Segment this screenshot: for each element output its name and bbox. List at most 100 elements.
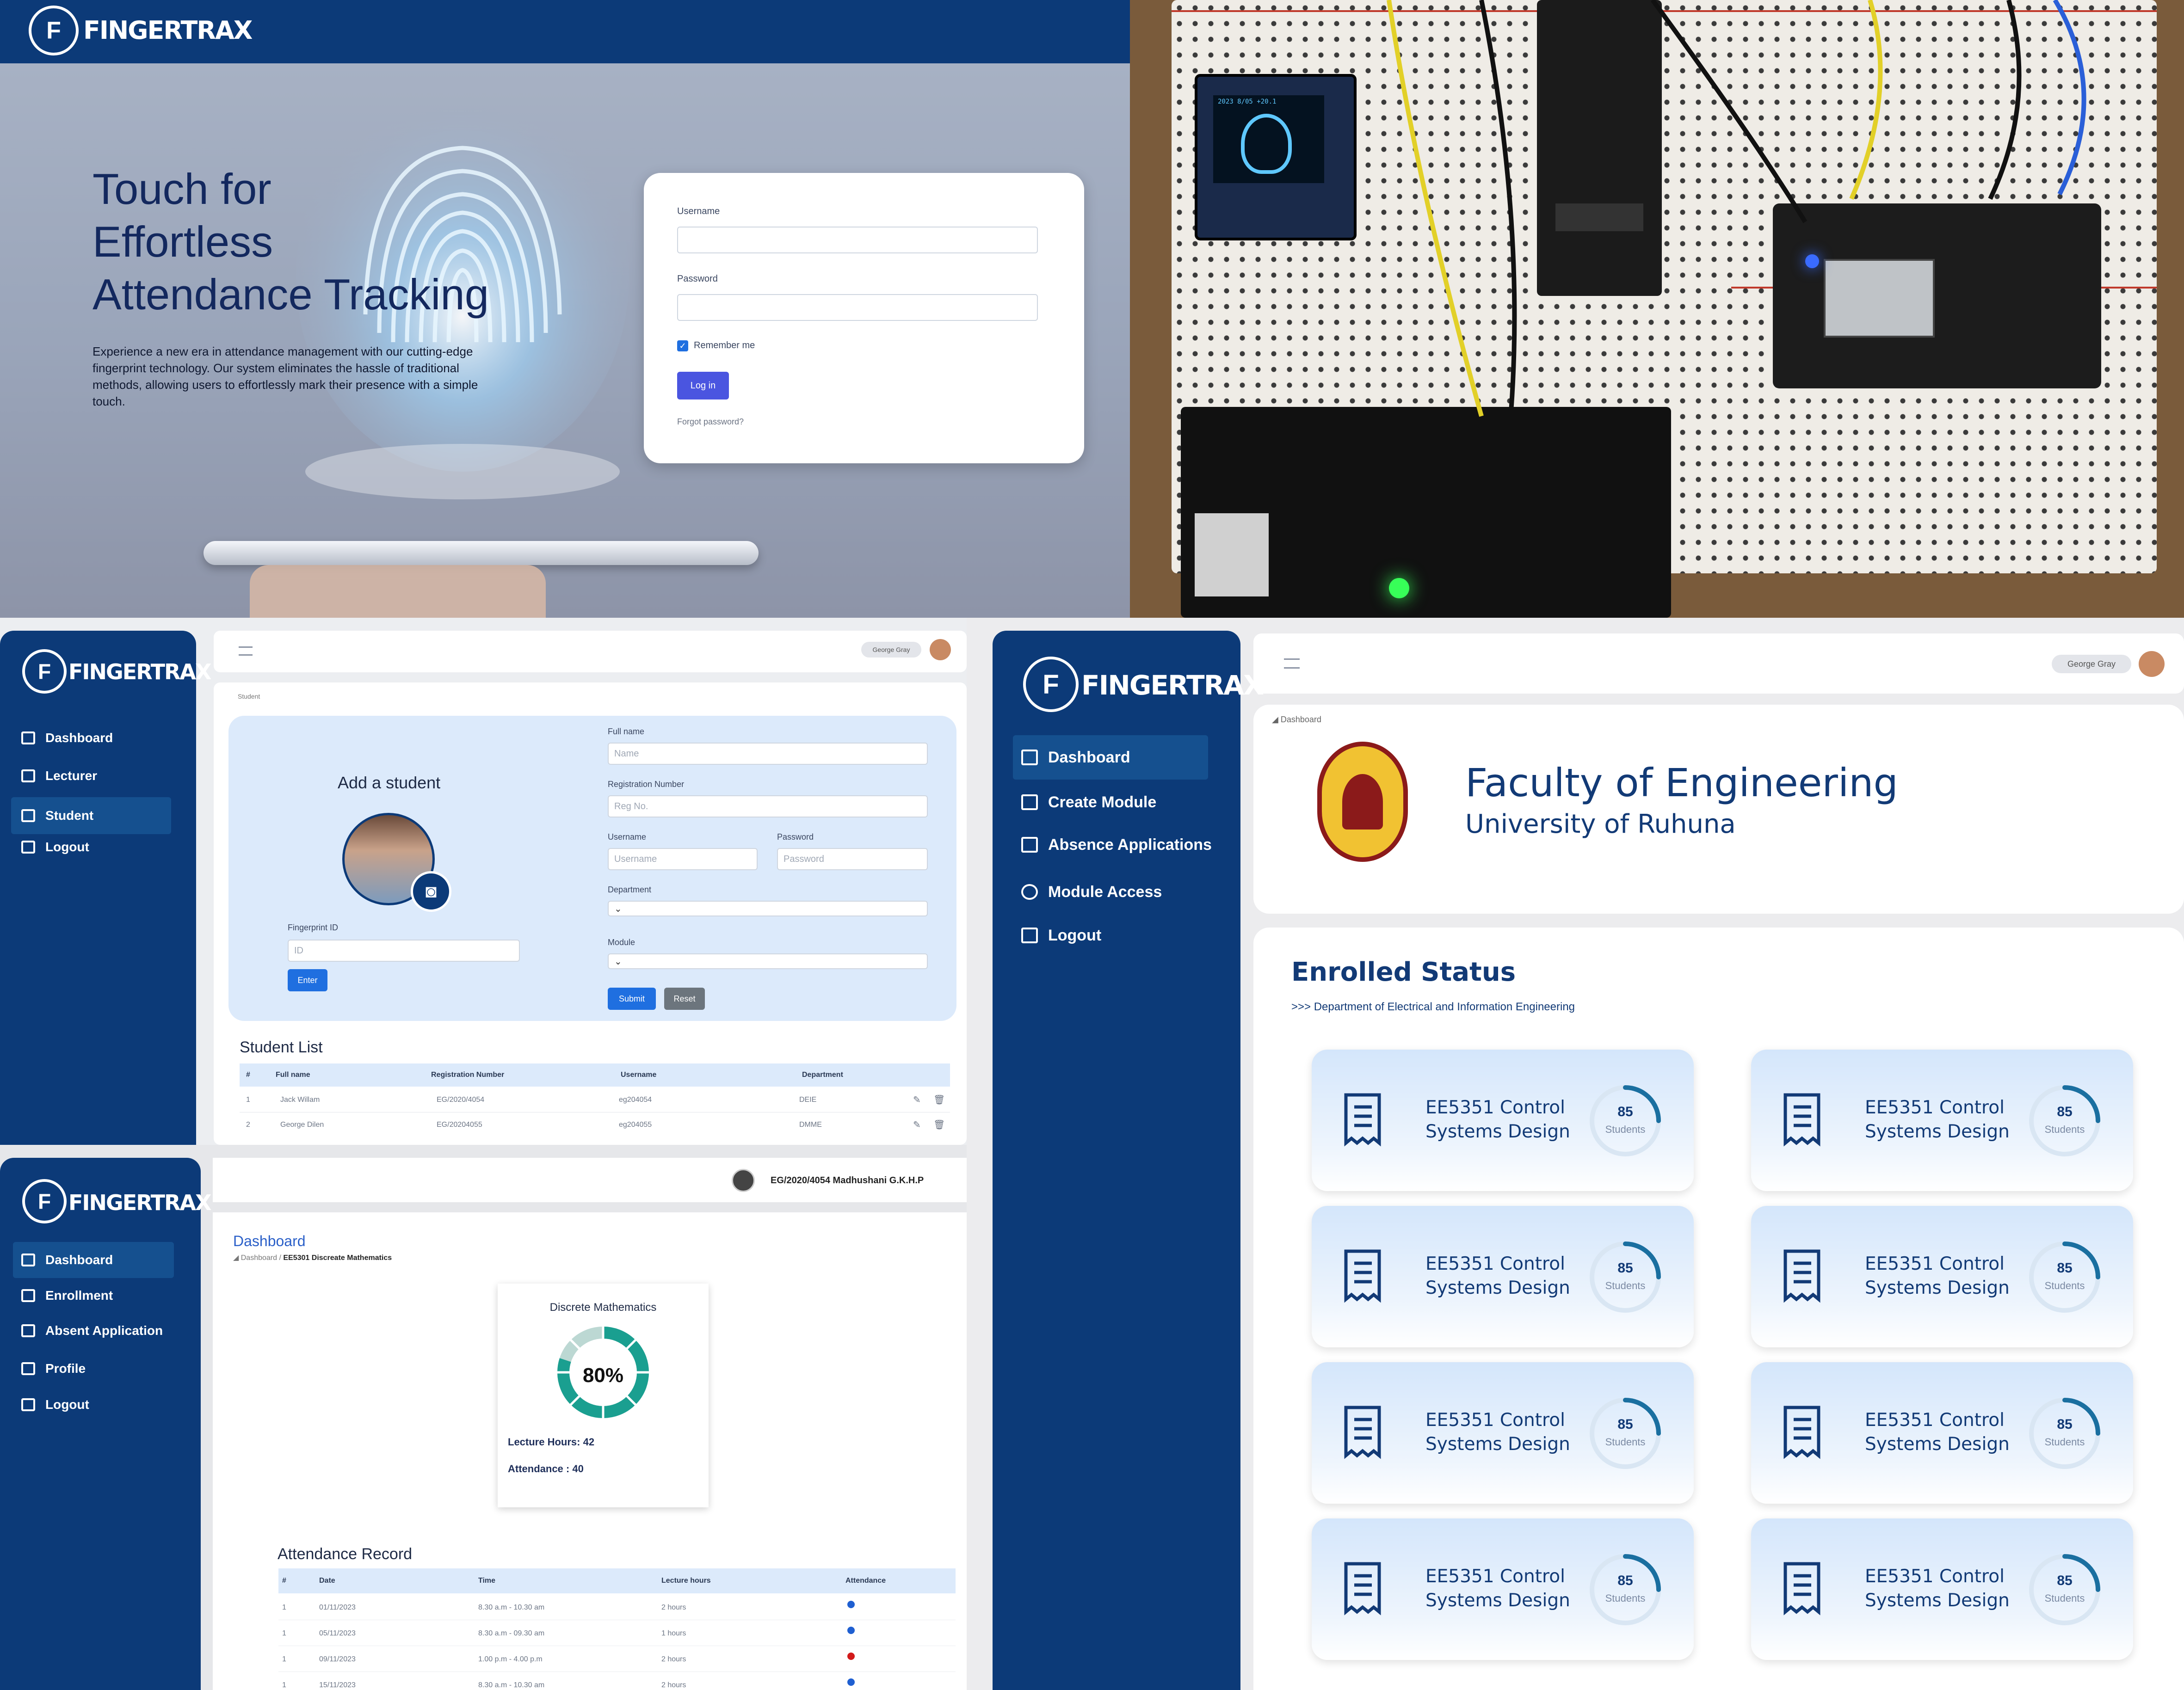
password-input[interactable]: Password [777,848,928,870]
student-count: 85 [1617,1104,1633,1119]
logout-icon [1021,928,1038,943]
nav-enrollment[interactable]: Enrollment [13,1281,174,1310]
hardware-photo: 2023 8/05 +20.1 [1130,0,2184,618]
breadcrumb[interactable]: Student [238,693,260,700]
module-card[interactable]: EE5351 Control Systems Design 85 Students [1751,1518,2133,1660]
table-row[interactable]: 1 Jack Willam EG/2020/4054 eg204054 DEIE… [240,1088,950,1112]
fingerprint-input[interactable]: ID [288,940,520,962]
nav-absent-application[interactable]: Absent Application [13,1316,184,1346]
breadcrumb[interactable]: ◢ Dashboard [1272,715,1321,725]
student-id-label: EG/2020/4054 Madhushani G.K.H.P [771,1175,924,1186]
edit-icon[interactable]: ✎ [913,1094,921,1106]
student-count: 85 [1617,1417,1633,1432]
reg-number-label: Registration Number [608,780,685,789]
avatar[interactable] [732,1169,755,1192]
document-icon [1783,1406,1820,1459]
table-cell: 8.30 a.m - 09.30 am [478,1629,545,1637]
nav-student[interactable]: Student [11,797,171,834]
book-icon [1021,794,1038,810]
table-cell: 1 [282,1629,286,1637]
student-count-ring [2029,1241,2100,1313]
admin-sidebar: F FINGERTRAX Dashboard Lecturer Student … [0,631,211,1145]
avatar[interactable] [930,639,951,660]
student-count-ring [1590,1085,1661,1156]
fingertrax-logo-icon[interactable]: F [22,1179,67,1223]
reg-number-input[interactable]: Reg No. [608,795,928,817]
document-icon [1783,1093,1820,1147]
book-icon [21,769,35,782]
user-chip[interactable]: George Gray [2052,655,2131,673]
password-input[interactable] [677,294,1038,321]
submit-button[interactable]: Submit [608,988,656,1010]
topbar: George Gray [214,631,967,672]
module-card[interactable]: EE5351 Control Systems Design 85 Students [1751,1362,2133,1504]
username-input[interactable] [677,227,1038,253]
university-crest-logo [1317,742,1408,862]
password-label: Password [777,832,814,842]
nav-dashboard[interactable]: Dashboard [1013,735,1208,780]
col-username: Username [621,1071,657,1079]
module-attendance-card[interactable]: Discrete Mathematics 80% Lecture Hours: … [498,1284,709,1507]
brand-name: FINGERTRAX [83,16,253,45]
nav-lecturer[interactable]: Lecturer [16,761,173,791]
module-card[interactable]: EE5351 Control Systems Design 85 Students [1312,1362,1694,1504]
menu-icon[interactable] [1284,658,1300,669]
table-cell: 1 hours [661,1629,686,1637]
fingertrax-logo-icon[interactable]: F [1023,657,1079,712]
table-cell: 09/11/2023 [319,1655,356,1663]
topbar: EG/2020/4054 Madhushani G.K.H.P [213,1158,967,1202]
module-card[interactable]: EE5351 Control Systems Design 85 Students [1312,1050,1694,1191]
module-card[interactable]: EE5351 Control Systems Design 85 Students [1751,1206,2133,1347]
delete-icon[interactable]: 🗑 [933,1094,945,1106]
student-list-title: Student List [240,1039,323,1056]
lecturer-sidebar: F FINGERTRAX Dashboard Create Module Abs… [993,631,1264,1690]
student-count-ring [1590,1241,1661,1313]
login-card: Username Password ✓ Remember me Log in F… [644,173,1084,463]
fingertrax-logo-icon[interactable]: F [22,649,67,694]
phone-image [204,541,759,565]
menu-icon[interactable] [239,646,253,656]
module-card[interactable]: EE5351 Control Systems Design 85 Students [1312,1206,1694,1347]
nav-logout[interactable]: Logout [1013,915,1208,956]
department-select[interactable]: ⌄ [608,901,928,916]
student-count: 85 [1617,1573,1633,1588]
table-row[interactable]: 1 05/11/2023 8.30 a.m - 09.30 am 1 hours [278,1620,956,1646]
forgot-password-link[interactable]: Forgot password? [677,417,744,427]
camera-icon[interactable]: ◙ [411,871,451,912]
main-content: Student Add a student ◙ Fingerprint ID I… [214,682,967,1145]
module-card[interactable]: EE5351 Control Systems Design 85 Students [1312,1518,1694,1660]
module-select[interactable]: ⌄ [608,953,928,969]
nav-module-access[interactable]: Module Access [1013,871,1208,913]
table-row[interactable]: 1 15/11/2023 8.30 a.m - 10.30 am 2 hours [278,1672,956,1690]
module-card[interactable]: EE5351 Control Systems Design 85 Students [1751,1050,2133,1191]
nav-create-module[interactable]: Create Module [1013,781,1208,823]
logout-icon [21,1398,35,1411]
nav-logout[interactable]: Logout [13,1390,174,1420]
hero-headline: Touch for Effortless Attendance Tracking [93,165,489,319]
login-button[interactable]: Log in [677,372,729,399]
edit-icon[interactable]: ✎ [913,1119,921,1131]
enter-button[interactable]: Enter [288,969,327,991]
username-input[interactable]: Username [608,848,758,870]
col-department: Department [802,1071,843,1079]
nav-absence-applications[interactable]: Absence Applications [1013,824,1235,866]
delete-icon[interactable]: 🗑 [933,1119,945,1131]
table-row[interactable]: 1 01/11/2023 8.30 a.m - 10.30 am 2 hours [278,1594,956,1620]
table-row[interactable]: 2 George Dilen EG/20204055 eg204055 DMME… [240,1112,950,1137]
table-row[interactable]: 1 09/11/2023 1.00 p.m - 4.00 p.m 2 hours [278,1646,956,1672]
remember-checkbox[interactable]: ✓ [677,340,688,351]
document-icon [1344,1249,1381,1303]
breadcrumb[interactable]: ◢ Dashboard / EE5301 Discreate Mathemati… [233,1253,392,1262]
user-chip[interactable]: George Gray [861,642,921,658]
fingertrax-logo-icon[interactable]: F [29,6,79,55]
nav-dashboard[interactable]: Dashboard [16,723,173,753]
avatar[interactable] [2139,651,2165,677]
reset-button[interactable]: Reset [664,988,705,1010]
module-title: Discrete Mathematics [549,1301,657,1314]
nav-dashboard[interactable]: Dashboard [13,1242,174,1278]
full-name-input[interactable]: Name [608,743,928,765]
nav-profile[interactable]: Profile [13,1354,174,1383]
attendance-count: Attendance : 40 [508,1463,584,1475]
attendance-percent: 80% [582,1364,624,1387]
nav-logout[interactable]: Logout [16,832,173,862]
